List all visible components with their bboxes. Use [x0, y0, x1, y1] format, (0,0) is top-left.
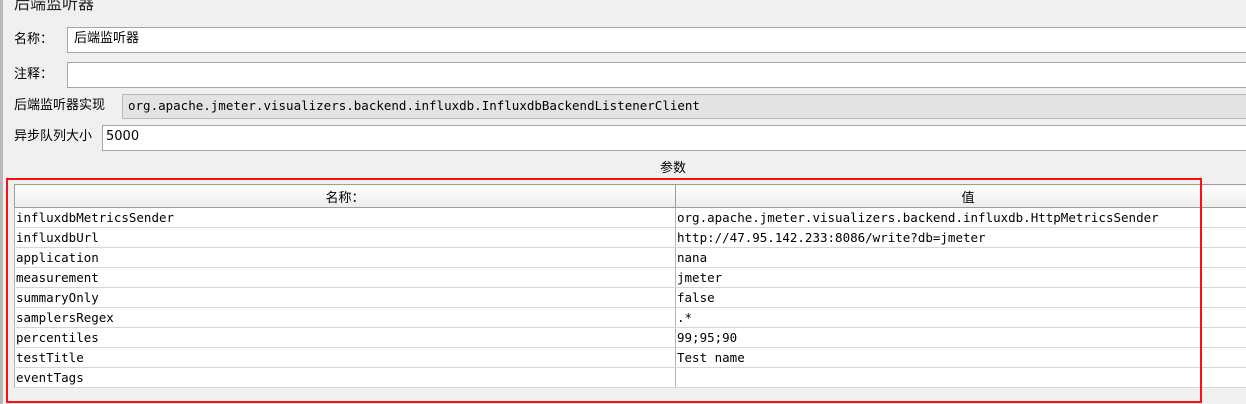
queue-size-label: 异步队列大小 [14, 129, 93, 144]
comment-label: 注释： [14, 67, 54, 82]
name-field[interactable]: 后端监听器 [67, 27, 1246, 53]
comment-field[interactable] [67, 62, 1246, 88]
name-label: 名称： [14, 32, 54, 47]
highlight-box [6, 178, 1202, 403]
impl-label: 后端监听器实现 [14, 98, 106, 113]
impl-select[interactable]: org.apache.jmeter.visualizers.backend.in… [122, 94, 1246, 119]
queue-size-field[interactable]: 5000 [102, 125, 1246, 151]
panel-title: 后端监听器 [14, 0, 95, 13]
window-left-edge [0, 0, 3, 404]
